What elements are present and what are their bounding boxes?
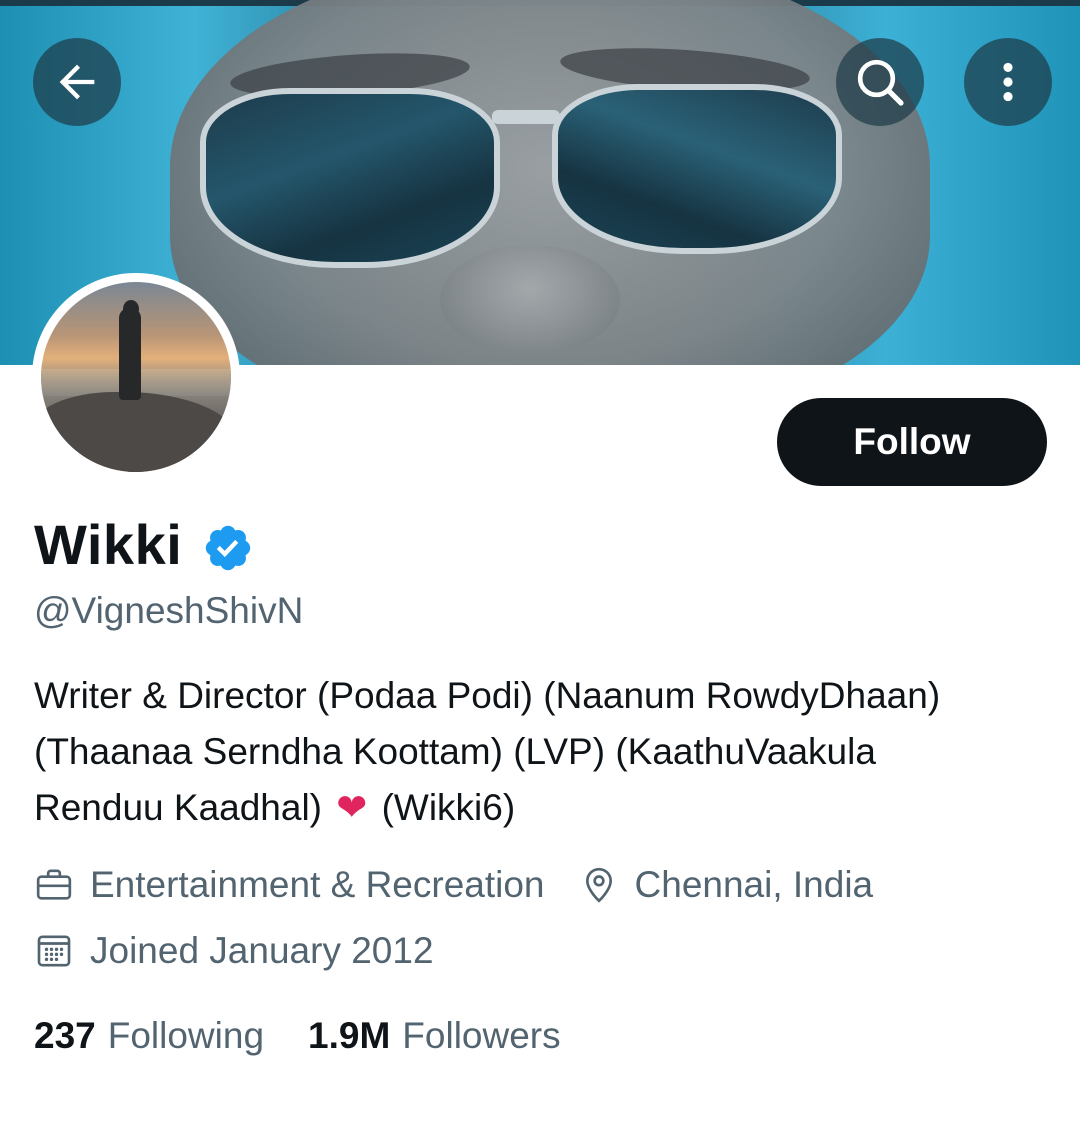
join-date: Joined January 2012	[34, 930, 434, 972]
bio-text: (Wikki6)	[381, 787, 516, 828]
follow-button[interactable]: Follow	[777, 398, 1047, 486]
join-date-label: Joined January 2012	[90, 930, 434, 971]
more-vertical-icon	[1003, 62, 1013, 102]
banner-lens-left	[200, 88, 500, 268]
briefcase-icon	[36, 869, 72, 900]
profile-meta-row: Entertainment & Recreation Chennai, Indi…	[34, 864, 907, 906]
search-icon	[857, 59, 904, 106]
category: Entertainment & Recreation	[34, 864, 545, 906]
banner-nose	[440, 245, 620, 355]
banner-glasses-bridge	[492, 110, 560, 124]
heart-emoji: ❤	[336, 787, 368, 828]
following-label: Following	[107, 1015, 265, 1056]
followers-count: 1.9M	[308, 1015, 391, 1056]
name-row: Wikki	[34, 512, 254, 577]
banner-lens-right	[552, 84, 842, 254]
profile-bio: Writer & Director (Podaa Podi) (Naanum R…	[34, 668, 1054, 836]
verified-badge-icon[interactable]	[202, 522, 254, 574]
location-pin-icon	[585, 867, 612, 903]
back-button[interactable]	[33, 38, 121, 126]
following-link[interactable]: 237 Following	[34, 1015, 264, 1057]
avatar[interactable]	[32, 273, 240, 481]
followers-link[interactable]: 1.9M Followers	[308, 1015, 561, 1057]
more-options-button[interactable]	[964, 38, 1052, 126]
avatar-rocks	[41, 392, 231, 472]
bio-line: (Thaanaa Serndha Koottam) (LVP) (KaathuV…	[34, 731, 876, 772]
display-name: Wikki	[34, 513, 183, 576]
avatar-image	[41, 282, 231, 472]
following-count: 237	[34, 1015, 96, 1056]
profile-meta-row: Joined January 2012	[34, 930, 468, 972]
search-button[interactable]	[836, 38, 924, 126]
arrow-left-icon	[59, 64, 95, 100]
avatar-figure	[119, 308, 141, 400]
bio-line: Renduu Kaadhal) ❤ (Wikki6)	[34, 780, 1054, 836]
calendar-icon	[37, 935, 71, 967]
followers-label: Followers	[402, 1015, 561, 1056]
category-label: Entertainment & Recreation	[90, 864, 545, 905]
bio-text: Renduu Kaadhal)	[34, 787, 322, 828]
user-handle: @VigneshShivN	[34, 590, 304, 631]
location: Chennai, India	[579, 864, 874, 906]
bio-line: Writer & Director (Podaa Podi) (Naanum R…	[34, 675, 941, 716]
location-label: Chennai, India	[634, 864, 874, 905]
follow-stats: 237 Following 1.9M Followers	[34, 1015, 605, 1057]
